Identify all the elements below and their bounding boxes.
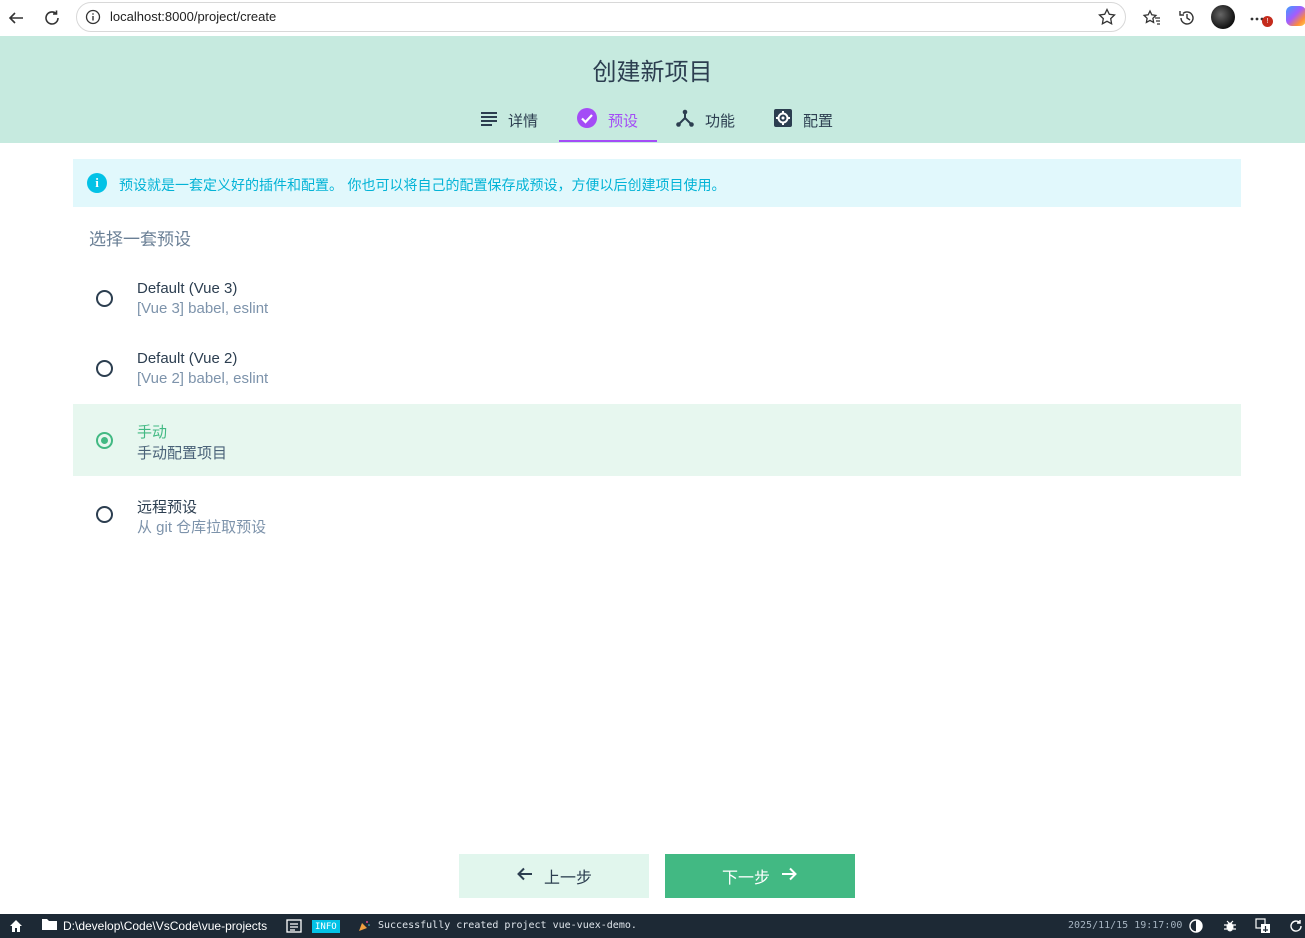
preset-name: 远程预设: [137, 499, 198, 516]
tab-features[interactable]: 功能: [675, 101, 735, 139]
home-icon[interactable]: [8, 918, 24, 934]
folder-icon: [42, 918, 57, 933]
tab-label: 功能: [705, 111, 736, 130]
radio-button[interactable]: [96, 360, 113, 377]
preset-description: [Vue 2] babel, eslint: [137, 370, 269, 387]
history-icon[interactable]: [1175, 6, 1199, 30]
favorites-icon[interactable]: [1140, 6, 1164, 30]
status-timestamp: 2025/11/15 19:17:00: [1068, 920, 1183, 931]
current-folder[interactable]: D:\develop\Code\VsCode\vue-projects: [42, 918, 267, 933]
preset-name: Default (Vue 2): [137, 350, 238, 367]
preset-name: 手动: [137, 424, 168, 441]
check-circle-icon: [576, 107, 598, 133]
status-bar: D:\develop\Code\VsCode\vue-projects INFO…: [0, 914, 1305, 938]
preset-description: 从 git 仓库拉取预设: [137, 519, 267, 536]
tab-label: 预设: [608, 111, 639, 130]
fork-icon: [675, 108, 695, 132]
arrow-right-icon: [780, 865, 798, 887]
preset-item-vue3[interactable]: Default (Vue 3) [Vue 3] babel, eslint: [73, 262, 1241, 334]
dark-mode-toggle-icon[interactable]: [1188, 918, 1204, 934]
radio-button[interactable]: [96, 506, 113, 523]
copilot-icon[interactable]: [1286, 6, 1305, 26]
console-icon[interactable]: [286, 918, 302, 934]
browser-toolbar: localhost:8000/project/create !: [0, 0, 1305, 36]
next-button-label: 下一步: [721, 868, 770, 887]
next-button[interactable]: 下一步: [665, 854, 855, 898]
folder-path: D:\develop\Code\VsCode\vue-projects: [63, 918, 268, 933]
notification-badge-icon: !: [1262, 16, 1273, 27]
previous-button-label: 上一步: [543, 868, 592, 887]
page-title: 创建新项目: [592, 58, 713, 86]
status-message: Successfully created project vue-vuex-de…: [378, 920, 637, 931]
back-arrow-icon[interactable]: [4, 6, 28, 30]
refresh-icon[interactable]: [1288, 918, 1304, 934]
profile-avatar[interactable]: [1211, 5, 1235, 29]
preset-name: Default (Vue 3): [137, 280, 238, 297]
settings-icon: [773, 108, 793, 132]
tab-label: 详情: [508, 111, 539, 130]
info-text: 预设就是一套定义好的插件和配置。 你也可以将自己的配置保存成预设，方便以后创建项…: [119, 178, 726, 194]
radio-button[interactable]: [96, 290, 113, 307]
party-popper-icon: [357, 918, 371, 934]
site-info-icon[interactable]: [85, 9, 101, 29]
preset-description: 手动配置项目: [137, 445, 228, 462]
preset-item-vue2[interactable]: Default (Vue 2) [Vue 2] babel, eslint: [73, 332, 1241, 404]
tab-presets[interactable]: 预设: [576, 101, 638, 139]
preset-description: [Vue 3] babel, eslint: [137, 300, 269, 317]
active-tab-indicator: [559, 140, 657, 142]
favorite-star-icon[interactable]: [1097, 7, 1117, 31]
reload-icon[interactable]: [40, 6, 64, 30]
tab-label: 配置: [803, 111, 834, 130]
tab-config[interactable]: 配置: [773, 101, 833, 139]
info-icon: i: [87, 173, 107, 193]
url-text[interactable]: localhost:8000/project/create: [110, 9, 276, 24]
section-title: 选择一套预设: [89, 230, 191, 250]
arrow-left-icon: [516, 865, 534, 887]
list-icon: [480, 109, 498, 131]
preset-item-manual[interactable]: 手动 手动配置项目: [73, 404, 1241, 476]
log-level-badge: INFO: [312, 920, 340, 933]
radio-button-checked[interactable]: [96, 432, 113, 449]
info-banner: i 预设就是一套定义好的插件和配置。 你也可以将自己的配置保存成预设，方便以后创…: [73, 159, 1241, 207]
bug-icon[interactable]: [1222, 918, 1238, 934]
previous-button[interactable]: 上一步: [459, 854, 649, 898]
preset-item-remote[interactable]: 远程预设 从 git 仓库拉取预设: [73, 478, 1241, 550]
address-bar[interactable]: localhost:8000/project/create: [76, 2, 1126, 32]
tab-details[interactable]: 详情: [480, 101, 538, 139]
translate-icon[interactable]: [1255, 918, 1271, 934]
